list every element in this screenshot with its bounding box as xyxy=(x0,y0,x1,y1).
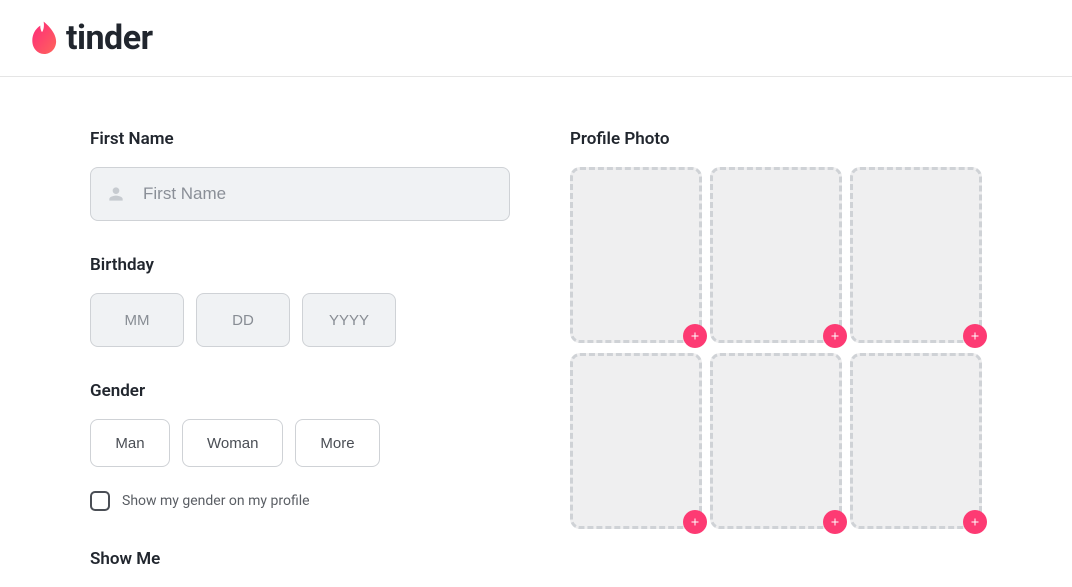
photo-slot[interactable] xyxy=(850,353,982,529)
gender-option-more[interactable]: More xyxy=(295,419,379,467)
birthday-row xyxy=(90,293,510,347)
first-name-field-wrap xyxy=(90,167,510,221)
show-gender-row: Show my gender on my profile xyxy=(90,491,510,511)
show-gender-checkbox[interactable] xyxy=(90,491,110,511)
photo-slot[interactable] xyxy=(710,353,842,529)
gender-option-woman[interactable]: Woman xyxy=(182,419,283,467)
gender-row: Man Woman More xyxy=(90,419,510,467)
first-name-label: First Name xyxy=(90,129,510,149)
brand-name: tinder xyxy=(66,18,153,58)
birthday-month-input[interactable] xyxy=(90,293,184,347)
birthday-label: Birthday xyxy=(90,255,510,275)
profile-photo-label: Profile Photo xyxy=(570,129,982,149)
photo-column: Profile Photo xyxy=(570,129,982,587)
add-photo-button[interactable] xyxy=(963,324,987,348)
photo-slot[interactable] xyxy=(570,353,702,529)
add-photo-button[interactable] xyxy=(683,324,707,348)
form-column: First Name Birthday Gender Man Woman Mor… xyxy=(90,129,510,587)
add-photo-button[interactable] xyxy=(823,510,847,534)
person-icon xyxy=(106,184,126,204)
add-photo-button[interactable] xyxy=(683,510,707,534)
gender-label: Gender xyxy=(90,381,510,401)
plus-icon xyxy=(969,516,981,528)
gender-option-man[interactable]: Man xyxy=(90,419,170,467)
main-content: First Name Birthday Gender Man Woman Mor… xyxy=(0,77,1072,587)
photo-grid xyxy=(570,167,982,529)
photo-slot[interactable] xyxy=(570,167,702,343)
first-name-input[interactable] xyxy=(90,167,510,221)
birthday-day-input[interactable] xyxy=(196,293,290,347)
add-photo-button[interactable] xyxy=(823,324,847,348)
birthday-year-input[interactable] xyxy=(302,293,396,347)
photo-slot[interactable] xyxy=(710,167,842,343)
header: tinder xyxy=(0,0,1072,77)
plus-icon xyxy=(969,330,981,342)
plus-icon xyxy=(829,516,841,528)
show-me-label: Show Me xyxy=(90,549,510,569)
plus-icon xyxy=(689,516,701,528)
tinder-flame-icon xyxy=(28,21,58,55)
add-photo-button[interactable] xyxy=(963,510,987,534)
show-gender-label: Show my gender on my profile xyxy=(122,493,310,509)
photo-slot[interactable] xyxy=(850,167,982,343)
plus-icon xyxy=(829,330,841,342)
plus-icon xyxy=(689,330,701,342)
